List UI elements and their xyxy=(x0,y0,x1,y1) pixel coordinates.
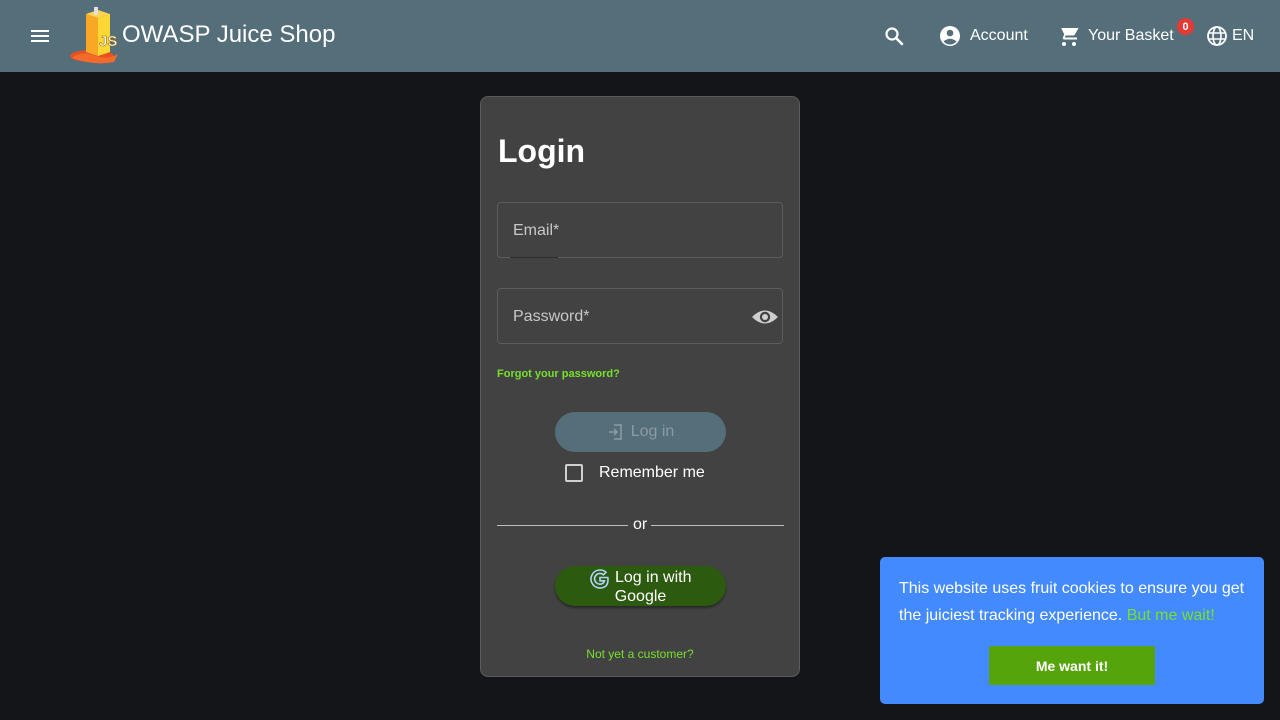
juice-shop-logo-icon[interactable]: JS xyxy=(68,6,122,64)
login-button-label: Log in xyxy=(630,423,675,440)
login-button[interactable]: Log in xyxy=(555,412,726,452)
basket-count-badge: 0 xyxy=(1177,18,1194,35)
login-icon xyxy=(608,424,622,440)
google-icon xyxy=(590,569,609,589)
cookie-learn-more-link[interactable]: But me wait! xyxy=(1127,607,1215,624)
eye-icon xyxy=(752,310,778,324)
register-link[interactable]: Not yet a customer? xyxy=(481,647,799,661)
account-button[interactable]: Account xyxy=(938,18,1028,54)
language-label: EN xyxy=(1232,27,1255,44)
password-input[interactable] xyxy=(498,289,782,343)
language-button[interactable]: EN xyxy=(1206,18,1254,54)
cookie-consent-banner: This website uses fruit cookies to ensur… xyxy=(880,557,1264,704)
google-button-label-line1: Log in with xyxy=(615,569,692,586)
login-card: Login Email* Password* Forgot your passw… xyxy=(480,96,800,677)
search-button[interactable] xyxy=(876,18,912,54)
app-title[interactable]: OWASP Juice Shop xyxy=(122,21,335,49)
cookie-dismiss-button[interactable]: Me want it! xyxy=(989,646,1155,685)
login-heading: Login xyxy=(498,133,586,169)
email-input[interactable] xyxy=(498,203,782,257)
cookie-message-container: This website uses fruit cookies to ensur… xyxy=(899,575,1251,629)
remember-me-label: Remember me xyxy=(599,464,705,481)
toggle-password-visibility-button[interactable] xyxy=(751,303,779,331)
search-icon xyxy=(885,27,904,46)
divider-line-right xyxy=(651,525,784,526)
account-label: Account xyxy=(970,27,1028,44)
account-circle-icon xyxy=(940,26,960,46)
globe-icon xyxy=(1207,26,1227,46)
shopping-cart-icon xyxy=(1057,26,1079,46)
top-toolbar: JS OWASP Juice Shop Account Your Basket … xyxy=(0,0,1280,72)
password-field[interactable]: Password* xyxy=(497,288,783,344)
forgot-password-link[interactable]: Forgot your password? xyxy=(497,368,620,380)
svg-text:JS: JS xyxy=(99,33,117,50)
remember-me-checkbox[interactable]: Remember me xyxy=(565,464,705,482)
or-divider: or xyxy=(497,515,784,535)
email-field-underline xyxy=(510,257,558,258)
divider-line-left xyxy=(497,525,628,526)
basket-label: Your Basket xyxy=(1088,27,1174,44)
basket-button[interactable]: Your Basket xyxy=(1056,18,1174,54)
google-button-label-line2: Google xyxy=(614,588,667,605)
google-login-button[interactable]: Log in with Google xyxy=(555,566,726,606)
checkbox-box[interactable] xyxy=(565,464,583,482)
hamburger-menu-icon xyxy=(31,30,49,42)
email-field[interactable]: Email* xyxy=(497,202,783,258)
divider-or-text: or xyxy=(633,516,648,533)
menu-button[interactable] xyxy=(22,18,58,54)
